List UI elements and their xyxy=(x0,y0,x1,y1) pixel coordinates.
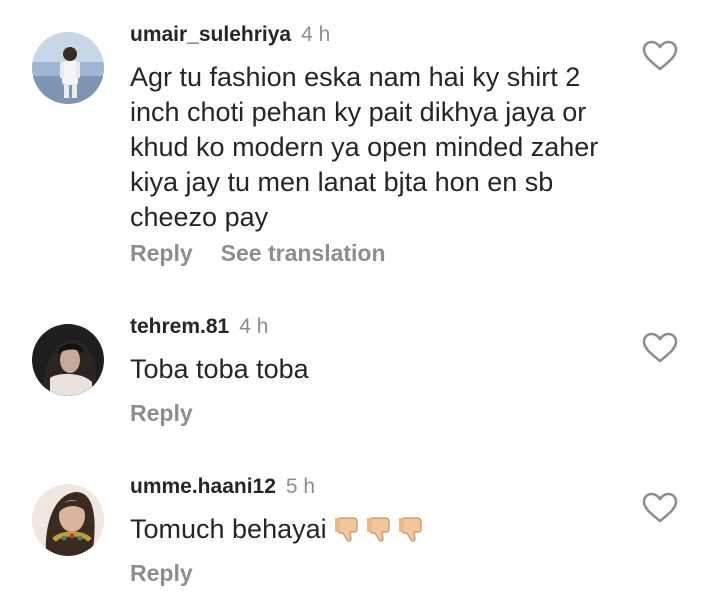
comment-text: Toba toba toba xyxy=(130,354,309,384)
see-translation-button[interactable]: See translation xyxy=(221,240,386,266)
timestamp: 4 h xyxy=(301,23,331,46)
like-button[interactable] xyxy=(642,492,678,524)
avatar[interactable] xyxy=(32,324,104,396)
comment-meta: umair_sulehriya 4 h xyxy=(130,22,330,48)
heart-outline-icon xyxy=(642,492,678,523)
heart-outline-icon xyxy=(642,332,678,363)
comment-meta: tehrem.81 4 h xyxy=(130,314,268,340)
username[interactable]: umme.haani12 xyxy=(130,475,276,498)
comment-actions: Reply xyxy=(130,399,193,427)
timestamp: 4 h xyxy=(239,315,269,338)
heart-outline-icon xyxy=(642,40,678,71)
like-button[interactable] xyxy=(642,332,678,364)
comment-actions: Reply See translation xyxy=(130,239,386,267)
comment-meta: umme.haani12 5 h xyxy=(130,474,315,500)
avatar[interactable] xyxy=(32,32,104,104)
thumbs-down-icon xyxy=(398,517,422,542)
thumbs-down-icon xyxy=(366,517,390,542)
like-button[interactable] xyxy=(642,40,678,72)
avatar[interactable] xyxy=(32,484,104,556)
comment-text-content: Tomuch behayai xyxy=(130,514,327,544)
reply-button[interactable]: Reply xyxy=(130,560,193,586)
reply-button[interactable]: Reply xyxy=(130,400,193,426)
thumbs-down-icon xyxy=(334,517,358,542)
comment-text: Tomuch behayai xyxy=(130,512,630,553)
comment-text: Agr tu fashion eska nam hai ky shirt 2 i… xyxy=(130,62,599,232)
username[interactable]: umair_sulehriya xyxy=(130,23,291,46)
comment-actions: Reply xyxy=(130,559,193,587)
thumbs-down-emoji-group xyxy=(333,514,429,553)
reply-button[interactable]: Reply xyxy=(130,240,193,266)
username[interactable]: tehrem.81 xyxy=(130,315,229,338)
timestamp: 5 h xyxy=(285,475,316,498)
